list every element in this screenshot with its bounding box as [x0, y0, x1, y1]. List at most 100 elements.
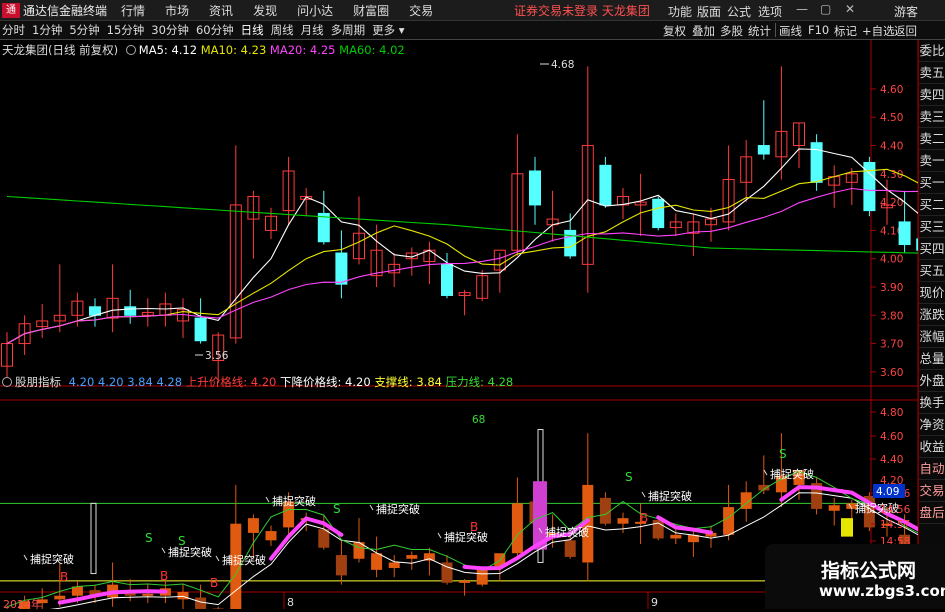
stock-title[interactable]: 天龙集团(日线 前复权)	[2, 43, 118, 57]
candle-body	[125, 307, 136, 315]
settings-icon[interactable]	[2, 377, 12, 387]
capture-breakout-label: 捕捉突破	[24, 552, 74, 566]
ind-value-4: 4.28	[156, 375, 182, 389]
kline-chart[interactable]: 4.604.504.404.304.204.104.003.903.803.70…	[0, 40, 918, 609]
ind-candle-body	[406, 555, 417, 559]
sidebar-item[interactable]: 净资	[919, 414, 945, 436]
btn-fuquan[interactable]: 复权	[663, 23, 686, 39]
ind-axis-label: 14:56	[880, 504, 911, 516]
ind-axis-label: 4.40	[880, 454, 903, 466]
ind-axis-label: 4.60	[880, 431, 903, 443]
sidebar-item[interactable]: 委比	[919, 40, 945, 62]
sidebar-item[interactable]: 涨幅	[919, 326, 945, 348]
capture-breakout-text: 捕捉突破	[648, 489, 692, 503]
tab-multi-period[interactable]: 多周期	[331, 22, 366, 38]
menu-jiaoyi[interactable]: 交易	[409, 2, 433, 19]
menu-zixun[interactable]: 资讯	[209, 2, 233, 19]
period-toolbar: 分时 1分钟 5分钟 15分钟 30分钟 60分钟 日线 周线 月线 多周期 更…	[0, 21, 945, 40]
sidebar-item[interactable]: 卖四	[919, 84, 945, 106]
ind-candle-body	[618, 518, 629, 524]
sidebar-item[interactable]: 换手	[919, 392, 945, 414]
ind-candle-body	[512, 503, 523, 553]
ind-value-2: 4.20	[98, 375, 124, 389]
ind-candle-body	[248, 518, 259, 533]
tab-more[interactable]: 更多 ▾	[372, 22, 404, 38]
capture-breakout-label: 捕捉突破	[539, 525, 589, 539]
btn-f10[interactable]: F10	[808, 23, 829, 37]
sidebar-item[interactable]: 交易	[919, 480, 945, 502]
sidebar-item[interactable]: 涨跌	[919, 304, 945, 326]
candle[interactable]	[864, 157, 875, 216]
tab-daily[interactable]: 日线	[241, 22, 264, 38]
minimize-icon[interactable]: —	[796, 2, 808, 16]
settings-icon[interactable]	[126, 45, 136, 55]
sidebar-item[interactable]: 卖二	[919, 128, 945, 150]
sidebar-item[interactable]: 买五	[919, 260, 945, 282]
tab-weekly[interactable]: 周线	[271, 22, 294, 38]
capture-breakout-label: 捕捉突破	[162, 545, 212, 559]
tab-60min[interactable]: 60分钟	[196, 22, 234, 38]
btn-duogu[interactable]: 多股	[720, 23, 743, 39]
btn-add-watchlist[interactable]: +自选	[862, 23, 895, 39]
btn-diejia[interactable]: 叠加	[692, 23, 715, 39]
tab-5min[interactable]: 5分钟	[69, 22, 99, 38]
sell-signal-s: S	[779, 447, 787, 461]
sidebar-item[interactable]: 卖五	[919, 62, 945, 84]
tab-15min[interactable]: 15分钟	[107, 22, 145, 38]
sidebar-item[interactable]: 买四	[919, 238, 945, 260]
menu-faxian[interactable]: 发现	[253, 2, 277, 19]
y-tick-label: 3.70	[880, 339, 903, 351]
candle-body	[565, 230, 576, 255]
login-warning[interactable]: 证券交易未登录 天龙集团	[514, 2, 650, 19]
menu-xuanxiang[interactable]: 选项	[758, 3, 782, 20]
sidebar-item[interactable]: 卖一	[919, 150, 945, 172]
sidebar-item[interactable]: 卖三	[919, 106, 945, 128]
menu-hangqing[interactable]: 行情	[121, 2, 145, 19]
sidebar-item[interactable]: 自动	[919, 458, 945, 480]
sidebar-item[interactable]: 买二	[919, 194, 945, 216]
btn-tongji[interactable]: 统计	[748, 23, 771, 39]
btn-biaoji[interactable]: 标记	[834, 23, 857, 39]
sidebar-item[interactable]: 外盘	[919, 370, 945, 392]
menu-caifuquan[interactable]: 财富圈	[353, 2, 389, 19]
app-logo-icon: 通	[2, 3, 20, 18]
ind-candle-body	[477, 570, 488, 585]
ind-candle-body	[266, 531, 277, 540]
sidebar-item[interactable]: 现价	[919, 282, 945, 304]
maximize-icon[interactable]: ▢	[820, 2, 831, 16]
ma60-value: 4.02	[379, 43, 405, 57]
ma20-label: MA20:	[270, 43, 306, 57]
sidebar-item[interactable]: 收益	[919, 436, 945, 458]
menu-gongneng[interactable]: 功能	[668, 3, 692, 20]
capture-breakout-label: 捕捉突破	[764, 467, 814, 481]
btn-back[interactable]: 返回	[894, 23, 917, 39]
ind-candle-body	[565, 540, 576, 557]
guest-label[interactable]: 游客	[894, 3, 918, 20]
ind-candle-body	[389, 562, 400, 568]
current-price-label: 4.09	[876, 486, 899, 498]
high-price-label: 4.68	[551, 59, 574, 71]
up-price-label: 上升价格线:	[186, 375, 247, 389]
candle[interactable]	[653, 196, 664, 230]
tab-fenshi[interactable]: 分时	[2, 22, 25, 38]
capture-breakout-text: 捕捉突破	[770, 467, 814, 481]
y-tick-label: 3.80	[880, 310, 903, 322]
sidebar-item[interactable]: 买一	[919, 172, 945, 194]
tab-30min[interactable]: 30分钟	[151, 22, 189, 38]
capture-breakout-label: 捕捉突破	[370, 502, 420, 516]
menu-shichang[interactable]: 市场	[165, 2, 189, 19]
tab-1min[interactable]: 1分钟	[32, 22, 62, 38]
menu-gongshi[interactable]: 公式	[727, 3, 751, 20]
sidebar-item[interactable]: 盘后	[919, 502, 945, 524]
menu-banmian[interactable]: 版面	[697, 3, 721, 20]
date-label-aug: 8	[287, 596, 294, 609]
y-tick-label: 3.60	[880, 367, 903, 379]
close-icon[interactable]: ✕	[845, 2, 855, 16]
pressure-value: 4.28	[488, 375, 514, 389]
menu-wenxiaoda[interactable]: 问小达	[297, 2, 333, 19]
btn-huaxian[interactable]: 画线	[779, 23, 802, 39]
indicator-name[interactable]: 股朋指标	[15, 375, 61, 389]
sidebar-item[interactable]: 买三	[919, 216, 945, 238]
sidebar-item[interactable]: 总量	[919, 348, 945, 370]
tab-monthly[interactable]: 月线	[301, 22, 324, 38]
